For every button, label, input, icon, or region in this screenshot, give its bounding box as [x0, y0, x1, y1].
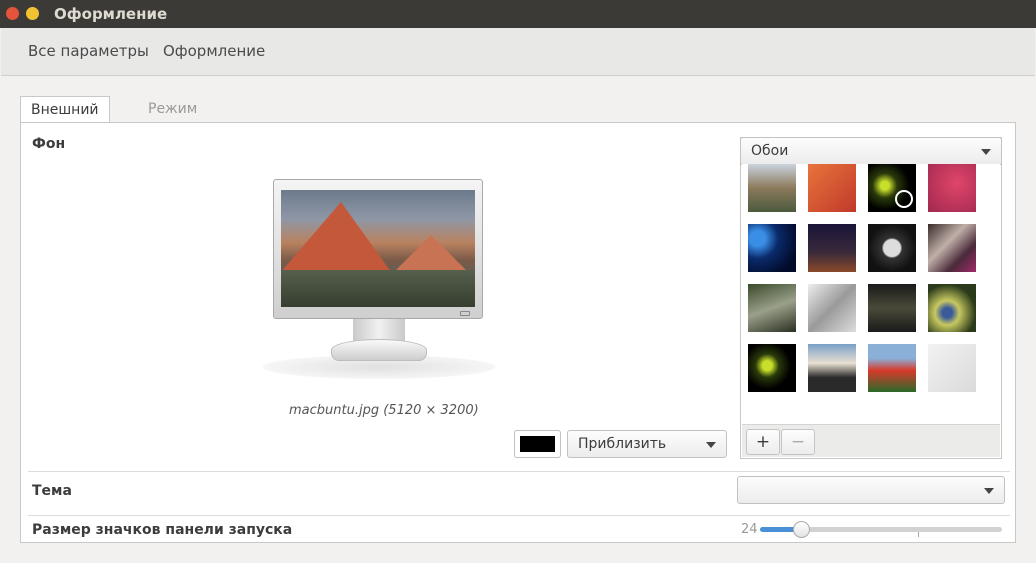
launcher-icon-size-label: Размер значков панели запуска: [32, 522, 293, 538]
chevron-down-icon: [984, 488, 994, 494]
chevron-down-icon: [706, 442, 716, 448]
remove-wallpaper-button[interactable]: −: [781, 429, 815, 455]
wallpaper-stars[interactable]: [808, 224, 856, 272]
chevron-down-icon: [981, 149, 991, 155]
wallpaper-source-select[interactable]: Обои: [740, 137, 1002, 165]
wallpaper-sunrise-mist[interactable]: [808, 344, 856, 392]
wallpaper-tulips[interactable]: [868, 344, 916, 392]
wallpaper-mountains[interactable]: [748, 164, 796, 212]
theme-select[interactable]: [737, 476, 1005, 504]
window-title: Оформление: [54, 5, 168, 23]
minimize-icon[interactable]: [26, 7, 39, 20]
slider-tick: [918, 532, 919, 537]
wallpaper-preview-image: [281, 190, 475, 307]
wallpaper-orange[interactable]: [808, 164, 856, 212]
wallpaper-dark-foliage[interactable]: [868, 284, 916, 332]
wallpaper-preview-monitor: [263, 179, 495, 379]
clock-icon: [895, 190, 913, 208]
wallpaper-plant[interactable]: [748, 284, 796, 332]
wallpaper-grey[interactable]: [928, 344, 976, 392]
wallpaper-dragonfly[interactable]: [928, 284, 976, 332]
launcher-icon-size-value: 24: [741, 522, 758, 537]
theme-label: Тема: [32, 483, 72, 499]
wallpaper-glass[interactable]: [928, 224, 976, 272]
launcher-icon-size-slider[interactable]: [760, 521, 1002, 538]
appearance-panel: Фон macbuntu.jpg (5120 × 3200) Приблизит…: [20, 122, 1016, 543]
divider: [28, 515, 1010, 516]
zoom-mode-select[interactable]: Приблизить: [567, 430, 727, 458]
slider-handle[interactable]: [793, 521, 810, 538]
wallpaper-chooser: Обои + −: [740, 137, 1002, 459]
minus-icon: −: [790, 432, 806, 452]
wallpaper-firefly-clock[interactable]: [868, 164, 916, 212]
zoom-mode-value: Приблизить: [578, 436, 667, 452]
navigation-bar: Все параметры Оформление: [1, 28, 1035, 76]
wallpaper-grid[interactable]: [742, 164, 1000, 422]
wallpaper-toolbar: + −: [742, 424, 1000, 457]
nav-appearance-button[interactable]: Оформление: [163, 42, 265, 60]
close-icon[interactable]: [6, 7, 19, 20]
wallpaper-pocketwatch[interactable]: [868, 224, 916, 272]
wallpaper-ice[interactable]: [808, 284, 856, 332]
divider: [28, 471, 1010, 472]
nav-all-settings-button[interactable]: Все параметры: [28, 42, 149, 60]
wallpaper-source-value: Обои: [751, 143, 789, 159]
wallpaper-filename: macbuntu.jpg (5120 × 3200): [289, 403, 479, 418]
plus-icon: +: [755, 432, 771, 452]
wallpaper-firefly[interactable]: [748, 344, 796, 392]
window-titlebar: Оформление: [0, 0, 1036, 28]
background-label: Фон: [32, 136, 66, 152]
wallpaper-planet[interactable]: [748, 224, 796, 272]
color-swatch: [520, 436, 555, 452]
add-wallpaper-button[interactable]: +: [746, 429, 780, 455]
tab-appearance[interactable]: Внешний вид: [20, 96, 110, 134]
background-color-button[interactable]: [514, 430, 561, 458]
wallpaper-magenta[interactable]: [928, 164, 976, 212]
tab-behavior[interactable]: Режим: [138, 96, 207, 123]
monitor-bezel: [273, 179, 483, 319]
